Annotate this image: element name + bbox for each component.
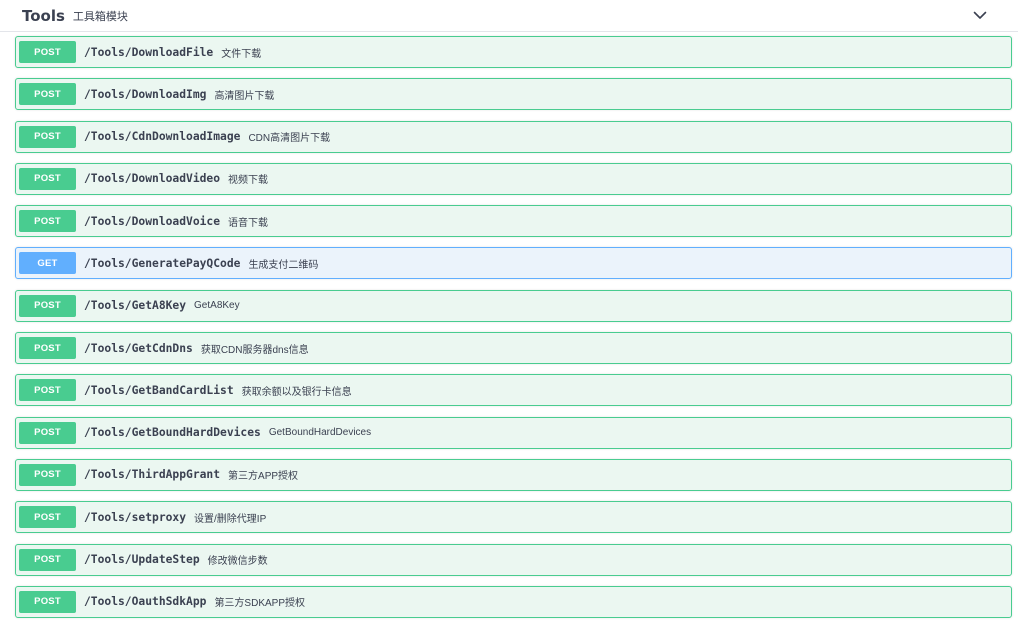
- operation-summary: 获取CDN服务器dns信息: [200, 344, 309, 356]
- method-badge: POST: [19, 210, 76, 233]
- operation-row[interactable]: POST /Tools/OauthSdkApp 第三方SDKAPP授权: [15, 585, 1012, 618]
- operation-path: /Tools/GeneratePayQCode: [84, 256, 241, 270]
- tag-title: Tools: [22, 6, 65, 25]
- operation-summary: 设置/删除代理IP: [194, 513, 267, 525]
- operation-summary: 生成支付二维码: [248, 259, 319, 271]
- operation-path: /Tools/CdnDownloadImage: [84, 130, 241, 144]
- method-badge: POST: [19, 506, 76, 529]
- tag-header[interactable]: Tools 工具箱模块: [0, 0, 1018, 32]
- operation-row[interactable]: POST /Tools/CdnDownloadImage CDN高清图片下载: [15, 120, 1012, 153]
- method-badge: POST: [19, 125, 76, 148]
- operation-path: /Tools/DownloadVoice: [84, 214, 221, 228]
- method-badge: GET: [19, 252, 76, 275]
- operation-path: /Tools/GetBandCardList: [84, 383, 234, 397]
- operation-path: /Tools/OauthSdkApp: [84, 595, 207, 609]
- operation-path: /Tools/GetA8Key: [84, 299, 187, 313]
- tag-description: 工具箱模块: [72, 11, 128, 23]
- operation-row[interactable]: POST /Tools/DownloadVoice 语音下载: [15, 205, 1012, 238]
- operation-row[interactable]: POST /Tools/setproxy 设置/删除代理IP: [15, 501, 1012, 534]
- method-badge: POST: [19, 421, 76, 444]
- operation-path: /Tools/DownloadImg: [84, 87, 207, 101]
- operation-path: /Tools/GetCdnDns: [84, 341, 193, 355]
- operation-summary: 修改微信步数: [207, 556, 268, 568]
- method-badge: POST: [19, 83, 76, 106]
- method-badge: POST: [19, 463, 76, 486]
- operation-path: /Tools/DownloadFile: [84, 45, 214, 59]
- operation-summary: GetBoundHardDevices: [268, 427, 372, 439]
- operation-path: /Tools/DownloadVideo: [84, 172, 221, 186]
- operation-summary: 第三方APP授权: [228, 471, 299, 483]
- operation-summary: 获取余额以及银行卡信息: [241, 386, 352, 398]
- operation-row[interactable]: POST /Tools/ThirdAppGrant 第三方APP授权: [15, 458, 1012, 491]
- method-badge: POST: [19, 41, 76, 63]
- operation-row[interactable]: POST /Tools/DownloadVideo 视频下载: [15, 162, 1012, 195]
- operation-row[interactable]: POST /Tools/DownloadImg 高清图片下载: [15, 78, 1012, 111]
- operation-summary: 视频下载: [228, 175, 269, 187]
- operation-summary: GetA8Key: [194, 300, 240, 312]
- chevron-down-icon[interactable]: [972, 7, 988, 23]
- operation-row[interactable]: POST /Tools/UpdateStep 修改微信步数: [15, 543, 1012, 576]
- operations-list: POST /Tools/DownloadFile 文件下载 POST /Tool…: [15, 36, 1012, 628]
- operation-row[interactable]: GET /Tools/GeneratePayQCode 生成支付二维码: [15, 247, 1012, 280]
- operation-row[interactable]: POST /Tools/GetA8Key GetA8Key: [15, 289, 1012, 322]
- method-badge: POST: [19, 294, 76, 317]
- operation-path: /Tools/ThirdAppGrant: [84, 468, 221, 482]
- operation-summary: 语音下载: [228, 217, 269, 229]
- operation-row[interactable]: POST /Tools/GetBandCardList 获取余额以及银行卡信息: [15, 374, 1012, 407]
- operation-path: /Tools/setproxy: [84, 510, 187, 524]
- method-badge: POST: [19, 337, 76, 360]
- method-badge: POST: [19, 590, 76, 613]
- operation-path: /Tools/GetBoundHardDevices: [84, 426, 261, 440]
- operation-path: /Tools/UpdateStep: [84, 553, 200, 567]
- operation-row[interactable]: POST /Tools/GetCdnDns 获取CDN服务器dns信息: [15, 332, 1012, 365]
- operation-summary: 第三方SDKAPP授权: [214, 598, 306, 610]
- operation-row[interactable]: POST /Tools/GetBoundHardDevices GetBound…: [15, 416, 1012, 449]
- operation-summary: 文件下载: [221, 48, 262, 60]
- method-badge: POST: [19, 167, 76, 190]
- operation-row[interactable]: POST /Tools/DownloadFile 文件下载: [15, 36, 1012, 68]
- method-badge: POST: [19, 548, 76, 571]
- operation-summary: 高清图片下载: [214, 90, 275, 102]
- operation-summary: CDN高清图片下载: [248, 133, 331, 145]
- method-badge: POST: [19, 379, 76, 402]
